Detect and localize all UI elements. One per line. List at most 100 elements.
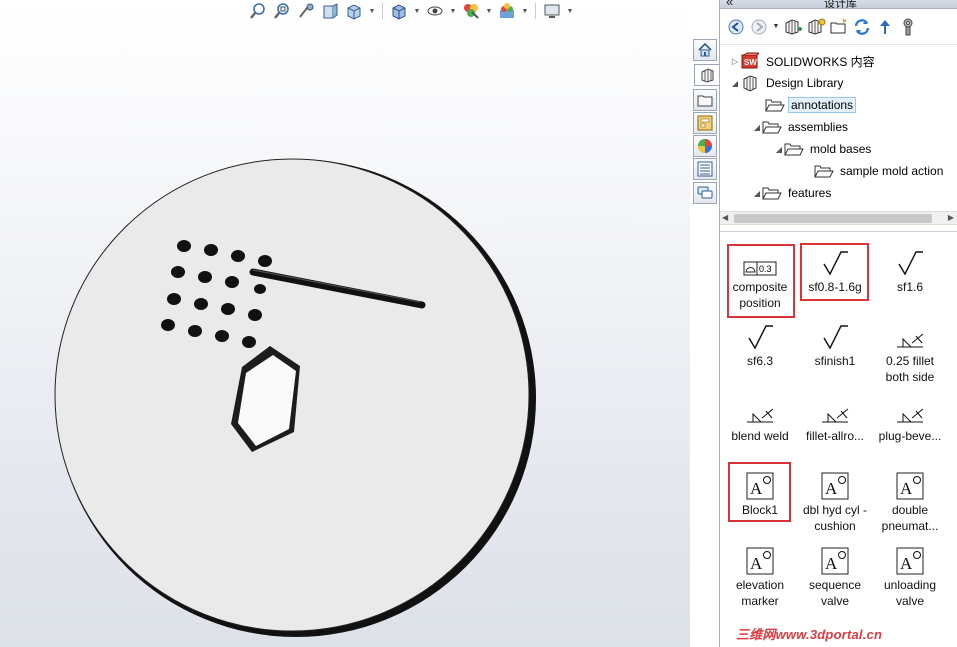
palette-item-dbl-hyd-cyl-cushion[interactable]: A dbl hyd cyl - cushion [798, 470, 872, 534]
highlight-frame [727, 244, 795, 318]
edit-appearance-icon[interactable] [461, 2, 481, 20]
display-style-icon[interactable] [389, 2, 409, 20]
back-icon[interactable] [726, 16, 746, 38]
scroll-right-icon[interactable]: ▶ [948, 213, 954, 222]
view-palette-tab[interactable] [693, 112, 717, 134]
toolbar-separator [382, 3, 383, 19]
block-icon: A [873, 545, 947, 575]
expand-icon[interactable]: ▷ [730, 57, 740, 66]
zoom-to-area-icon[interactable] [272, 2, 292, 20]
svg-text:A: A [825, 554, 838, 573]
hole [204, 244, 218, 256]
tree-item-annotations[interactable]: annotations [755, 94, 857, 116]
hole [161, 319, 175, 331]
tree-item-solidworks-content[interactable]: ▷ SW SOLIDWORKS 内容 [730, 50, 878, 72]
tree-horizontal-scrollbar[interactable]: ◀ ▶ [720, 211, 957, 225]
graphics-viewport[interactable]: ▼ ▼ ▼ ▼ ▼ ▼ [0, 0, 690, 647]
home-icon [698, 42, 712, 57]
options-icon[interactable] [898, 16, 918, 38]
forward-icon[interactable] [749, 16, 769, 38]
refresh-icon[interactable] [852, 16, 872, 38]
palette-item-sf6.3[interactable]: sf6.3 [723, 321, 797, 369]
tree-item-sample-mold-action[interactable]: sample mold action [804, 160, 946, 182]
palette-item-sfinish1[interactable]: sfinish1 [798, 321, 872, 369]
palette-item-label: sf1.6 [896, 280, 923, 294]
weld-symbol-icon [723, 396, 797, 426]
appearances-tab[interactable] [693, 135, 717, 157]
hole [177, 240, 191, 252]
up-folder-icon[interactable] [875, 16, 895, 38]
chevron-down-icon[interactable]: ▼ [413, 2, 421, 20]
folder-icon [814, 162, 834, 180]
tree-item-label: sample mold action [840, 164, 944, 178]
palette-item-label: plug-beve... [878, 429, 942, 443]
palette-item-sf1.6[interactable]: sf1.6 [873, 247, 947, 295]
forum-tab[interactable] [693, 182, 717, 204]
chevron-down-icon[interactable]: ▼ [449, 2, 457, 20]
add-file-location-icon[interactable] [806, 16, 826, 38]
hole [231, 250, 245, 262]
tree-item-features[interactable]: ◢ features [752, 182, 834, 204]
hole [258, 255, 272, 267]
palette-item-plug-bevel[interactable]: plug-beve... [873, 396, 947, 444]
weld-symbol-icon [798, 396, 872, 426]
scroll-left-icon[interactable]: ◀ [722, 213, 728, 222]
add-to-library-icon[interactable] [783, 16, 803, 38]
svg-text:A: A [900, 554, 913, 573]
chevron-down-icon[interactable]: ▼ [521, 2, 529, 20]
task-pane-tab-strip [690, 36, 720, 647]
tree-item-assemblies[interactable]: ◢ assemblies [752, 116, 851, 138]
palette-item-0.25-fillet-both-side[interactable]: 0.25 fillet both side [873, 321, 947, 385]
appearances-icon [698, 139, 712, 153]
folder-icon [762, 184, 782, 202]
hole [225, 276, 239, 288]
scrollbar-thumb[interactable] [734, 214, 932, 223]
palette-item-blend-weld[interactable]: blend weld [723, 396, 797, 444]
tree-item-design-library[interactable]: ◢ Design Library [730, 72, 846, 94]
palette-item-label: sfinish1 [814, 354, 856, 368]
palette-item-label: elevation marker [735, 578, 785, 608]
part-model[interactable] [0, 0, 690, 647]
design-library-pane: « 设计库 ▼ ▷ SW SOLIDWORKS 内容 ◢ Design Libr… [719, 0, 957, 647]
palette-item-fillet-allround[interactable]: fillet-allro... [798, 396, 872, 444]
view-orientation-icon[interactable] [344, 2, 364, 20]
tree-item-label: SOLIDWORKS 内容 [766, 54, 875, 69]
tree-item-label: mold bases [810, 142, 872, 156]
apply-scene-icon[interactable] [497, 2, 517, 20]
collapse-pane-icon[interactable]: « [726, 0, 733, 8]
block-icon: A [798, 545, 872, 575]
palette-item-label: unloading valve [883, 578, 937, 608]
collapse-icon[interactable]: ◢ [752, 123, 762, 132]
zoom-to-fit-icon[interactable] [248, 2, 268, 20]
folder-icon [762, 118, 782, 136]
palette-item-sequence-valve[interactable]: A sequence valve [798, 545, 872, 609]
section-view-icon[interactable] [320, 2, 340, 20]
chevron-down-icon[interactable]: ▼ [772, 23, 780, 30]
file-explorer-tab[interactable] [693, 89, 717, 111]
design-library-tab[interactable] [694, 64, 720, 86]
hole [171, 266, 185, 278]
highlight-frame [728, 462, 791, 522]
collapse-icon[interactable]: ◢ [752, 189, 762, 198]
palette-item-double-pneumatic[interactable]: A double pneumat... [873, 470, 947, 534]
chevron-down-icon[interactable]: ▼ [485, 2, 493, 20]
home-tab[interactable] [693, 39, 717, 61]
custom-properties-tab[interactable] [693, 158, 717, 180]
collapse-icon[interactable]: ◢ [774, 145, 784, 154]
tree-item-label: annotations [788, 97, 857, 113]
hole [188, 325, 202, 337]
view-settings-icon[interactable] [542, 2, 562, 20]
chevron-down-icon[interactable]: ▼ [368, 2, 376, 20]
svg-text:A: A [750, 554, 763, 573]
hide-show-icon[interactable] [425, 2, 445, 20]
palette-item-label: blend weld [731, 429, 789, 443]
create-new-folder-icon[interactable] [829, 16, 849, 38]
previous-view-icon[interactable] [296, 2, 316, 20]
collapse-icon[interactable]: ◢ [730, 79, 740, 88]
palette-item-elevation-marker[interactable]: A elevation marker [723, 545, 797, 609]
forum-icon [697, 186, 713, 199]
chevron-down-icon[interactable]: ▼ [566, 2, 574, 20]
hole [248, 309, 262, 321]
palette-item-unloading-valve[interactable]: A unloading valve [873, 545, 947, 609]
tree-item-mold-bases[interactable]: ◢ mold bases [774, 138, 874, 160]
